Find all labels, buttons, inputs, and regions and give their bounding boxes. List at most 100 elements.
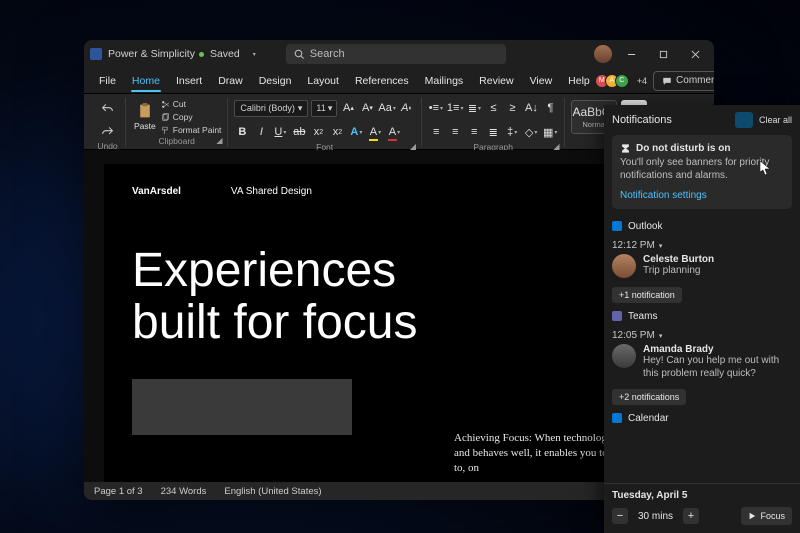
word-app-icon [90, 48, 102, 60]
presence-overflow[interactable]: +4 [637, 76, 647, 86]
menu-help[interactable]: Help [561, 71, 597, 91]
underline-button[interactable]: U▾ [272, 122, 288, 142]
dnd-toggle-button[interactable] [735, 112, 753, 128]
more-notifs-teams[interactable]: +2 notifications [612, 389, 686, 405]
menu-home[interactable]: Home [125, 71, 167, 91]
dialog-launcher-icon[interactable]: ◢ [552, 142, 560, 150]
increase-indent-button[interactable]: ≥ [504, 98, 520, 118]
notif-sender: Celeste Burton [643, 254, 714, 265]
notif-header: Notifications Clear all [604, 105, 800, 135]
menu-file[interactable]: File [92, 71, 123, 91]
title-bar: Power & Simplicity Saved ▾ Search [84, 40, 714, 68]
undo-button[interactable] [100, 98, 116, 118]
dnd-icon [620, 143, 631, 154]
notif-item-outlook[interactable]: Celeste Burton Trip planning [612, 254, 792, 278]
comment-icon [662, 76, 672, 86]
menu-layout[interactable]: Layout [300, 71, 346, 91]
menu-references[interactable]: References [348, 71, 416, 91]
dnd-heading: Do not disturb is on [620, 143, 784, 154]
menu-draw[interactable]: Draw [211, 71, 250, 91]
change-case-button[interactable]: Aa▾ [378, 98, 395, 118]
chevron-down-icon: ▾ [659, 332, 663, 340]
decrease-duration-button[interactable]: − [612, 508, 628, 524]
justify-button[interactable]: ≣ [485, 122, 501, 142]
copy-button[interactable]: Copy [161, 111, 222, 123]
font-name-select[interactable]: Calibri (Body)▾ [234, 100, 308, 117]
sort-button[interactable]: A↓ [523, 98, 539, 118]
redo-button[interactable] [100, 121, 116, 141]
copy-icon [161, 113, 170, 122]
minimize-button[interactable] [618, 40, 644, 68]
menu-review[interactable]: Review [472, 71, 520, 91]
user-avatar[interactable] [594, 45, 612, 63]
comments-button[interactable]: Comments [653, 71, 714, 91]
avatar [612, 254, 636, 278]
show-marks-button[interactable]: ¶ [542, 98, 558, 118]
dialog-launcher-icon[interactable]: ◢ [409, 142, 417, 150]
grow-font-button[interactable]: A▴ [340, 98, 356, 118]
notif-time-outlook[interactable]: 12:12 PM▾ [612, 240, 792, 251]
clear-all-button[interactable]: Clear all [759, 115, 792, 125]
group-label-clipboard: Clipboard◢ [132, 136, 221, 147]
increase-duration-button[interactable]: + [683, 508, 699, 524]
menu-view[interactable]: View [523, 71, 560, 91]
title-chevron-icon[interactable]: ▾ [246, 44, 262, 64]
start-focus-button[interactable]: Focus [741, 507, 792, 525]
presence-avatar-3: C [615, 74, 629, 88]
numbering-button[interactable]: 1≡▾ [447, 98, 464, 118]
more-notifs-outlook[interactable]: +1 notification [612, 287, 682, 303]
font-color-button[interactable]: A▾ [386, 122, 402, 142]
notif-subject: Trip planning [643, 265, 714, 278]
status-words[interactable]: 234 Words [161, 486, 207, 497]
align-right-button[interactable]: ≡ [466, 122, 482, 142]
align-left-button[interactable]: ≡ [428, 122, 444, 142]
teams-icon [612, 311, 622, 321]
bullets-button[interactable]: •≡▾ [428, 98, 444, 118]
paste-button[interactable]: Paste [132, 103, 158, 131]
text-effects-button[interactable]: A▾ [348, 122, 364, 142]
borders-button[interactable]: ▦▾ [542, 122, 558, 142]
clear-formatting-button[interactable]: A◐ [399, 98, 415, 118]
search-placeholder: Search [310, 48, 345, 60]
decrease-indent-button[interactable]: ≤ [485, 98, 501, 118]
notif-time-teams[interactable]: 12:05 PM▾ [612, 330, 792, 341]
app-header-teams[interactable]: Teams [612, 307, 792, 325]
dialog-launcher-icon[interactable]: ◢ [215, 136, 223, 144]
close-button[interactable] [682, 40, 708, 68]
footer-date[interactable]: Tuesday, April 5 [612, 490, 792, 501]
superscript-button[interactable]: x2 [329, 122, 345, 142]
notification-center: Notifications Clear all Do not disturb i… [604, 105, 800, 533]
chevron-down-icon: ▾ [659, 242, 663, 250]
menu-mailings[interactable]: Mailings [418, 71, 471, 91]
align-center-button[interactable]: ≡ [447, 122, 463, 142]
status-language[interactable]: English (United States) [224, 486, 321, 497]
brush-icon [161, 126, 170, 135]
menu-insert[interactable]: Insert [169, 71, 209, 91]
focus-duration: 30 mins [634, 511, 677, 522]
italic-button[interactable]: I [253, 122, 269, 142]
doc-project: VA Shared Design [231, 186, 312, 197]
shrink-font-button[interactable]: A▾ [359, 98, 375, 118]
image-placeholder [132, 379, 352, 435]
status-page[interactable]: Page 1 of 3 [94, 486, 143, 497]
shading-button[interactable]: ◇▾ [523, 122, 539, 142]
format-painter-button[interactable]: Format Paint [161, 124, 222, 136]
menu-design[interactable]: Design [252, 71, 299, 91]
notif-list[interactable]: Do not disturb is on You'll only see ban… [604, 135, 800, 483]
presence-avatars[interactable]: M A C [599, 74, 629, 88]
line-spacing-button[interactable]: ‡▾ [504, 122, 520, 142]
multilevel-list-button[interactable]: ≣▾ [466, 98, 482, 118]
font-size-select[interactable]: 11▾ [311, 100, 337, 117]
subscript-button[interactable]: x2 [310, 122, 326, 142]
notif-item-teams[interactable]: Amanda Brady Hey! Can you help me out wi… [612, 344, 792, 380]
search-input[interactable]: Search [286, 44, 506, 64]
strikethrough-button[interactable]: ab [291, 122, 307, 142]
highlight-button[interactable]: A▾ [367, 122, 383, 142]
bold-button[interactable]: B [234, 122, 250, 142]
maximize-button[interactable] [650, 40, 676, 68]
scissors-icon [161, 100, 170, 109]
cut-button[interactable]: Cut [161, 98, 222, 110]
app-header-outlook[interactable]: Outlook [612, 217, 792, 235]
notification-settings-link[interactable]: Notification settings [620, 190, 707, 201]
app-header-calendar[interactable]: Calendar [612, 409, 792, 427]
